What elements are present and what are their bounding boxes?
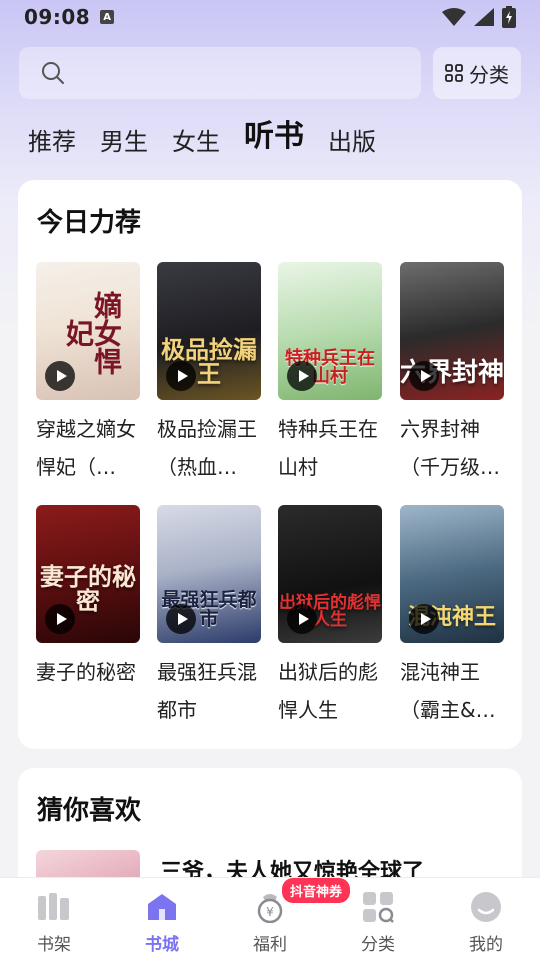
play-icon[interactable] [409,361,439,391]
category-button[interactable]: 分类 [433,47,521,99]
bookstore-icon [145,890,179,924]
book-cover: 妻子的秘密 [36,505,140,643]
status-bar: 09:08 A [0,0,540,34]
book-title: 穿越之嫡女悍妃（… [36,417,136,479]
book-cover: 最强狂兵都市 [157,505,261,643]
book-cover: 特种兵王在山村 [278,262,382,400]
play-icon[interactable] [45,604,75,634]
status-time: 09:08 [24,5,91,29]
play-icon[interactable] [166,361,196,391]
book-cover: 混沌神王 [400,505,504,643]
nav-label: 我的 [469,935,503,955]
book-cover: 六界封神 [400,262,504,400]
cover-title: 嫡女悍妃 [62,291,123,375]
profile-icon [469,890,503,924]
book-item[interactable]: 最强狂兵都市 最强狂兵混都市 [157,505,261,729]
search-row: 分类 [19,47,521,99]
book-title: 出狱后的彪悍人生 [278,660,378,722]
book-title: 妻子的秘密 [36,660,136,684]
section-title: 今日力荐 [37,208,142,238]
bookshelf-icon [37,890,71,924]
section-title: 猜你喜欢 [37,796,142,826]
nav-bookstore[interactable]: 书城 [108,878,216,960]
nav-welfare[interactable]: ¥ 抖音神券 福利 [216,878,351,960]
play-icon[interactable] [409,604,439,634]
book-cover: 嫡女悍妃 [36,262,140,400]
category-button-label: 分类 [469,62,509,87]
play-icon[interactable] [166,604,196,634]
nav-label: 分类 [361,935,395,955]
book-item[interactable]: 极品捡漏王 极品捡漏王（热血… [157,262,261,486]
search-box[interactable] [19,47,421,99]
play-icon[interactable] [287,361,317,391]
book-title: 最强狂兵混都市 [157,660,257,722]
tab-recommend[interactable]: 推荐 [28,122,76,165]
category-icon [361,890,395,924]
search-input[interactable] [75,62,421,84]
nav-label: 福利 [253,935,287,955]
play-icon[interactable] [45,361,75,391]
search-icon [42,62,64,84]
book-item[interactable]: 嫡女悍妃 穿越之嫡女悍妃（… [36,262,140,486]
book-title: 特种兵王在山村 [278,417,378,479]
book-title: 极品捡漏王（热血… [157,417,257,479]
nav-label: 书城 [145,935,179,955]
nav-label: 书架 [37,935,71,955]
tab-publishing[interactable]: 出版 [328,122,376,165]
svg-text:¥: ¥ [266,905,274,919]
wifi-icon [442,8,466,26]
tab-male[interactable]: 男生 [100,122,148,165]
tab-audiobook[interactable]: 听书 [244,111,304,165]
battery-icon [502,6,516,28]
tab-female[interactable]: 女生 [172,122,220,165]
book-title: 混沌神王（霸主&… [400,660,496,722]
book-cover: 出狱后的彪悍人生 [278,505,382,643]
status-indicators [442,6,516,28]
daily-recommend-card: 今日力荐 嫡女悍妃 穿越之嫡女悍妃（… 极品捡漏王 极品捡漏王（热血… 特种兵王… [18,180,522,749]
grid-icon [445,64,463,82]
bottom-nav: 书架 书城 ¥ 抖音神券 福利 分类 我的 [0,877,540,960]
nav-profile[interactable]: 我的 [432,878,540,960]
play-icon[interactable] [287,604,317,634]
book-item[interactable]: 特种兵王在山村 特种兵王在山村 [278,262,382,486]
notification-icon: A [100,10,115,24]
book-item[interactable]: 六界封神 六界封神（千万级… [400,262,504,486]
nav-bookshelf[interactable]: 书架 [0,878,108,960]
book-item[interactable]: 混沌神王 混沌神王（霸主&… [400,505,504,729]
book-item[interactable]: 出狱后的彪悍人生 出狱后的彪悍人生 [278,505,382,729]
signal-icon [474,8,494,26]
book-item[interactable]: 妻子的秘密 妻子的秘密 [36,505,140,729]
book-cover: 极品捡漏王 [157,262,261,400]
book-title: 六界封神（千万级… [400,417,500,479]
channel-tabs: 推荐 男生 女生 听书 出版 [28,115,376,165]
nav-category[interactable]: 分类 [324,878,432,960]
